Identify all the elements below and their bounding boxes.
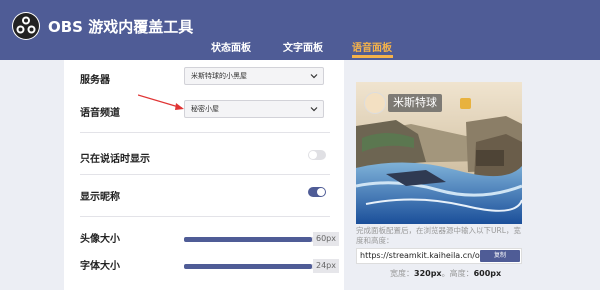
active-tab-indicator <box>352 55 393 58</box>
user-avatar <box>364 92 386 114</box>
tab-text-panel[interactable]: 文字面板 <box>283 39 323 54</box>
font-size-label: 字体大小 <box>80 261 120 272</box>
divider <box>80 216 330 217</box>
divider <box>80 132 330 133</box>
copy-url-button[interactable]: 复制 <box>480 250 520 262</box>
server-select[interactable]: 米斯特球的小黑屋 <box>184 67 324 85</box>
channel-select[interactable]: 秘密小屋 <box>184 100 324 118</box>
avatar-size-slider[interactable]: 60px <box>184 232 339 246</box>
speaker-badge-icon <box>460 98 471 109</box>
game-preview-image: 米斯特球 <box>356 82 522 224</box>
speaking-only-label: 只在说话时显示 <box>80 154 150 165</box>
obs-logo-icon <box>12 12 40 40</box>
font-size-value: 24px <box>313 259 339 273</box>
app-title: OBS 游戏内覆盖工具 <box>48 18 194 36</box>
slider-fill <box>184 237 312 242</box>
slider-fill <box>184 264 312 269</box>
divider <box>80 174 330 175</box>
chevron-down-icon <box>310 74 318 79</box>
toggle-knob <box>317 188 325 196</box>
speaking-only-toggle[interactable] <box>308 150 326 160</box>
annotation-arrow-icon <box>138 94 184 110</box>
overlay-url-value: https://streamkit.kaiheila.cn/ove <box>360 251 490 260</box>
avatar-size-label: 头像大小 <box>80 234 120 245</box>
channel-select-value: 秘密小屋 <box>191 105 219 113</box>
server-label: 服务器 <box>80 75 110 86</box>
url-instruction-text: 完成面板配置后，在浏览器源中输入以下URL，宽度和高度： <box>356 226 521 245</box>
show-nickname-toggle[interactable] <box>308 187 326 197</box>
tab-status-panel[interactable]: 状态面板 <box>211 39 251 54</box>
server-select-value: 米斯特球的小黑屋 <box>191 72 247 80</box>
overlay-size-info: 宽度：320px。高度：600px <box>390 268 501 279</box>
preview-username: 米斯特球 <box>388 94 442 112</box>
avatar-size-value: 60px <box>313 232 339 246</box>
show-nickname-label: 显示昵称 <box>80 192 120 203</box>
height-label: 。高度： <box>441 269 474 278</box>
width-value: 320px <box>414 269 442 278</box>
chevron-down-icon <box>310 107 318 112</box>
tab-voice-panel[interactable]: 语音面板 <box>352 39 392 54</box>
toggle-knob <box>309 151 317 159</box>
width-label: 宽度： <box>390 269 414 278</box>
settings-panel: 服务器 米斯特球的小黑屋 语音频道 秘密小屋 只在说话时显示 显示昵称 头像大小… <box>64 60 344 290</box>
channel-label: 语音频道 <box>80 108 120 119</box>
preview-panel: 米斯特球 完成面板配置后，在浏览器源中输入以下URL，宽度和高度： https:… <box>344 60 600 290</box>
height-value: 600px <box>473 269 502 278</box>
font-size-slider[interactable]: 24px <box>184 259 339 273</box>
app-header: OBS 游戏内覆盖工具 状态面板 文字面板 语音面板 <box>0 0 600 60</box>
